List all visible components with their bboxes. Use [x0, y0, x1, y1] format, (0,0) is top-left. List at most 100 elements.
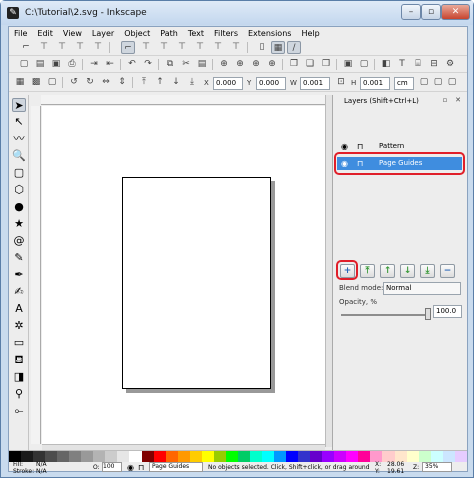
rectangle-tool-icon[interactable]: ▢ [12, 166, 26, 180]
selector-tool-icon[interactable]: ➤ [12, 98, 26, 112]
snap-guide-icon[interactable]: ∕ [287, 41, 301, 54]
palette-swatch[interactable] [105, 451, 118, 462]
canvas[interactable] [42, 106, 325, 444]
snap-line-mid-icon[interactable]: ⊤ [211, 41, 225, 54]
select-all-layers-icon[interactable]: ▩ [29, 76, 43, 89]
w-field[interactable]: 0.001 [300, 77, 330, 90]
palette-swatch[interactable] [177, 451, 190, 462]
palette-swatch[interactable] [189, 451, 202, 462]
menu-edit[interactable]: Edit [37, 27, 53, 40]
ungroup-icon[interactable]: ▢ [357, 58, 371, 71]
fill-stroke-icon[interactable]: ◧ [379, 58, 393, 71]
palette-swatch[interactable] [334, 451, 347, 462]
palette-swatch[interactable] [201, 451, 214, 462]
snap-intersection-icon[interactable]: ⊤ [157, 41, 171, 54]
export-icon[interactable]: ⇤ [103, 58, 117, 71]
palette-swatch[interactable] [129, 451, 142, 462]
save-icon[interactable]: ▣ [49, 58, 63, 71]
delete-layer-button[interactable]: − [440, 264, 455, 278]
dropper-tool-icon[interactable]: ⚲ [12, 387, 26, 401]
palette-swatch[interactable] [274, 451, 287, 462]
raise-top-icon[interactable]: ⤒ [137, 76, 151, 89]
xml-editor-icon[interactable]: ⌸ [411, 58, 425, 71]
snap-bbox-icon[interactable]: ⌐ [19, 41, 33, 54]
opacity-field[interactable]: 100.0 [433, 305, 462, 318]
palette-swatch[interactable] [165, 451, 178, 462]
x-field[interactable]: 0.000 [213, 77, 243, 90]
duplicate-icon[interactable]: ❐ [287, 58, 301, 71]
snap-edge-icon[interactable]: ⊤ [37, 41, 51, 54]
clone-icon[interactable]: ❑ [303, 58, 317, 71]
snap-smooth-icon[interactable]: ⊤ [193, 41, 207, 54]
palette-swatch[interactable] [346, 451, 359, 462]
lower-layer-to-bottom-button[interactable]: ⤓ [420, 264, 435, 278]
palette-swatch[interactable] [213, 451, 226, 462]
palette-swatch[interactable] [310, 451, 323, 462]
snap-nodes-icon[interactable]: ⌐ [121, 41, 135, 54]
menu-object[interactable]: Object [124, 27, 150, 40]
select-all-icon[interactable]: ▦ [13, 76, 27, 89]
zoom-page-icon[interactable]: ⊕ [249, 58, 263, 71]
menu-view[interactable]: View [63, 27, 82, 40]
palette-swatch[interactable] [81, 451, 94, 462]
palette-swatch[interactable] [69, 451, 82, 462]
calligraphy-tool-icon[interactable]: ✍ [12, 285, 26, 299]
gradient-tool-icon[interactable]: ◨ [12, 370, 26, 384]
zoom-tool-icon[interactable]: 🔍 [12, 149, 26, 163]
menu-file[interactable]: File [14, 27, 27, 40]
minimize-button[interactable]: – [401, 4, 421, 20]
rotate-ccw-icon[interactable]: ↺ [67, 76, 81, 89]
ellipse-tool-icon[interactable]: ● [12, 200, 26, 214]
palette-swatch[interactable] [430, 451, 443, 462]
vertical-scrollbar[interactable] [325, 95, 332, 447]
paste-icon[interactable]: ▤ [195, 58, 209, 71]
snap-object-center-icon[interactable]: ⊤ [229, 41, 243, 54]
3dbox-tool-icon[interactable]: ⬡ [12, 183, 26, 197]
dock-close-icon[interactable]: ✕ [452, 95, 464, 105]
current-layer-select[interactable]: Page Guides [149, 462, 203, 472]
blend-mode-select[interactable]: Normal [383, 282, 461, 295]
zoom-field[interactable]: 35% [422, 462, 452, 472]
lower-bottom-icon[interactable]: ⤓ [185, 76, 199, 89]
raise-layer-to-top-button[interactable]: ⤒ [360, 264, 375, 278]
spray-tool-icon[interactable]: ✲ [12, 319, 26, 333]
menu-help[interactable]: Help [301, 27, 319, 40]
palette-swatch[interactable] [153, 451, 166, 462]
menu-layer[interactable]: Layer [92, 27, 114, 40]
print-icon[interactable]: ⎙ [65, 58, 79, 71]
flip-h-icon[interactable]: ⇔ [99, 76, 113, 89]
menu-path[interactable]: Path [160, 27, 178, 40]
snap-path-icon[interactable]: ⊤ [139, 41, 153, 54]
opacity-status-field[interactable]: 100 [102, 462, 122, 472]
snap-page-icon[interactable]: ▯ [255, 41, 269, 54]
palette-swatch[interactable] [237, 451, 250, 462]
palette-swatch[interactable] [418, 451, 431, 462]
raise-layer-button[interactable]: ↑ [380, 264, 395, 278]
menu-text[interactable]: Text [188, 27, 204, 40]
text-font-icon[interactable]: T [395, 58, 409, 71]
preferences-icon[interactable]: ⚙ [443, 58, 457, 71]
eraser-tool-icon[interactable]: ▭ [12, 336, 26, 350]
palette-swatch[interactable] [261, 451, 275, 462]
palette-swatch[interactable] [249, 451, 262, 462]
cut-icon[interactable]: ✂ [179, 58, 193, 71]
close-button[interactable]: ✕ [441, 4, 470, 20]
zoom-selection-icon[interactable]: ⊕ [217, 58, 231, 71]
deselect-icon[interactable]: ▢ [45, 76, 59, 89]
undo-icon[interactable]: ↶ [125, 58, 139, 71]
redo-icon[interactable]: ↷ [141, 58, 155, 71]
new-document-icon[interactable]: ▢ [17, 58, 31, 71]
palette-swatch[interactable] [358, 451, 371, 462]
layer-visibility-icon[interactable]: ◉ [127, 462, 134, 473]
palette-swatch[interactable] [298, 451, 311, 462]
snap-center-icon[interactable]: ⊤ [91, 41, 105, 54]
lock-proportions-icon[interactable]: ⊡ [334, 76, 348, 89]
transform-corners-icon[interactable]: ▢ [431, 76, 445, 89]
snap-cusp-icon[interactable]: ⊤ [175, 41, 189, 54]
palette-swatch[interactable] [141, 451, 154, 462]
star-tool-icon[interactable]: ★ [12, 217, 26, 231]
y-field[interactable]: 0.000 [256, 77, 286, 90]
palette-swatch[interactable] [225, 451, 238, 462]
palette-swatch[interactable] [117, 451, 130, 462]
unit-select[interactable]: cm [394, 77, 414, 90]
